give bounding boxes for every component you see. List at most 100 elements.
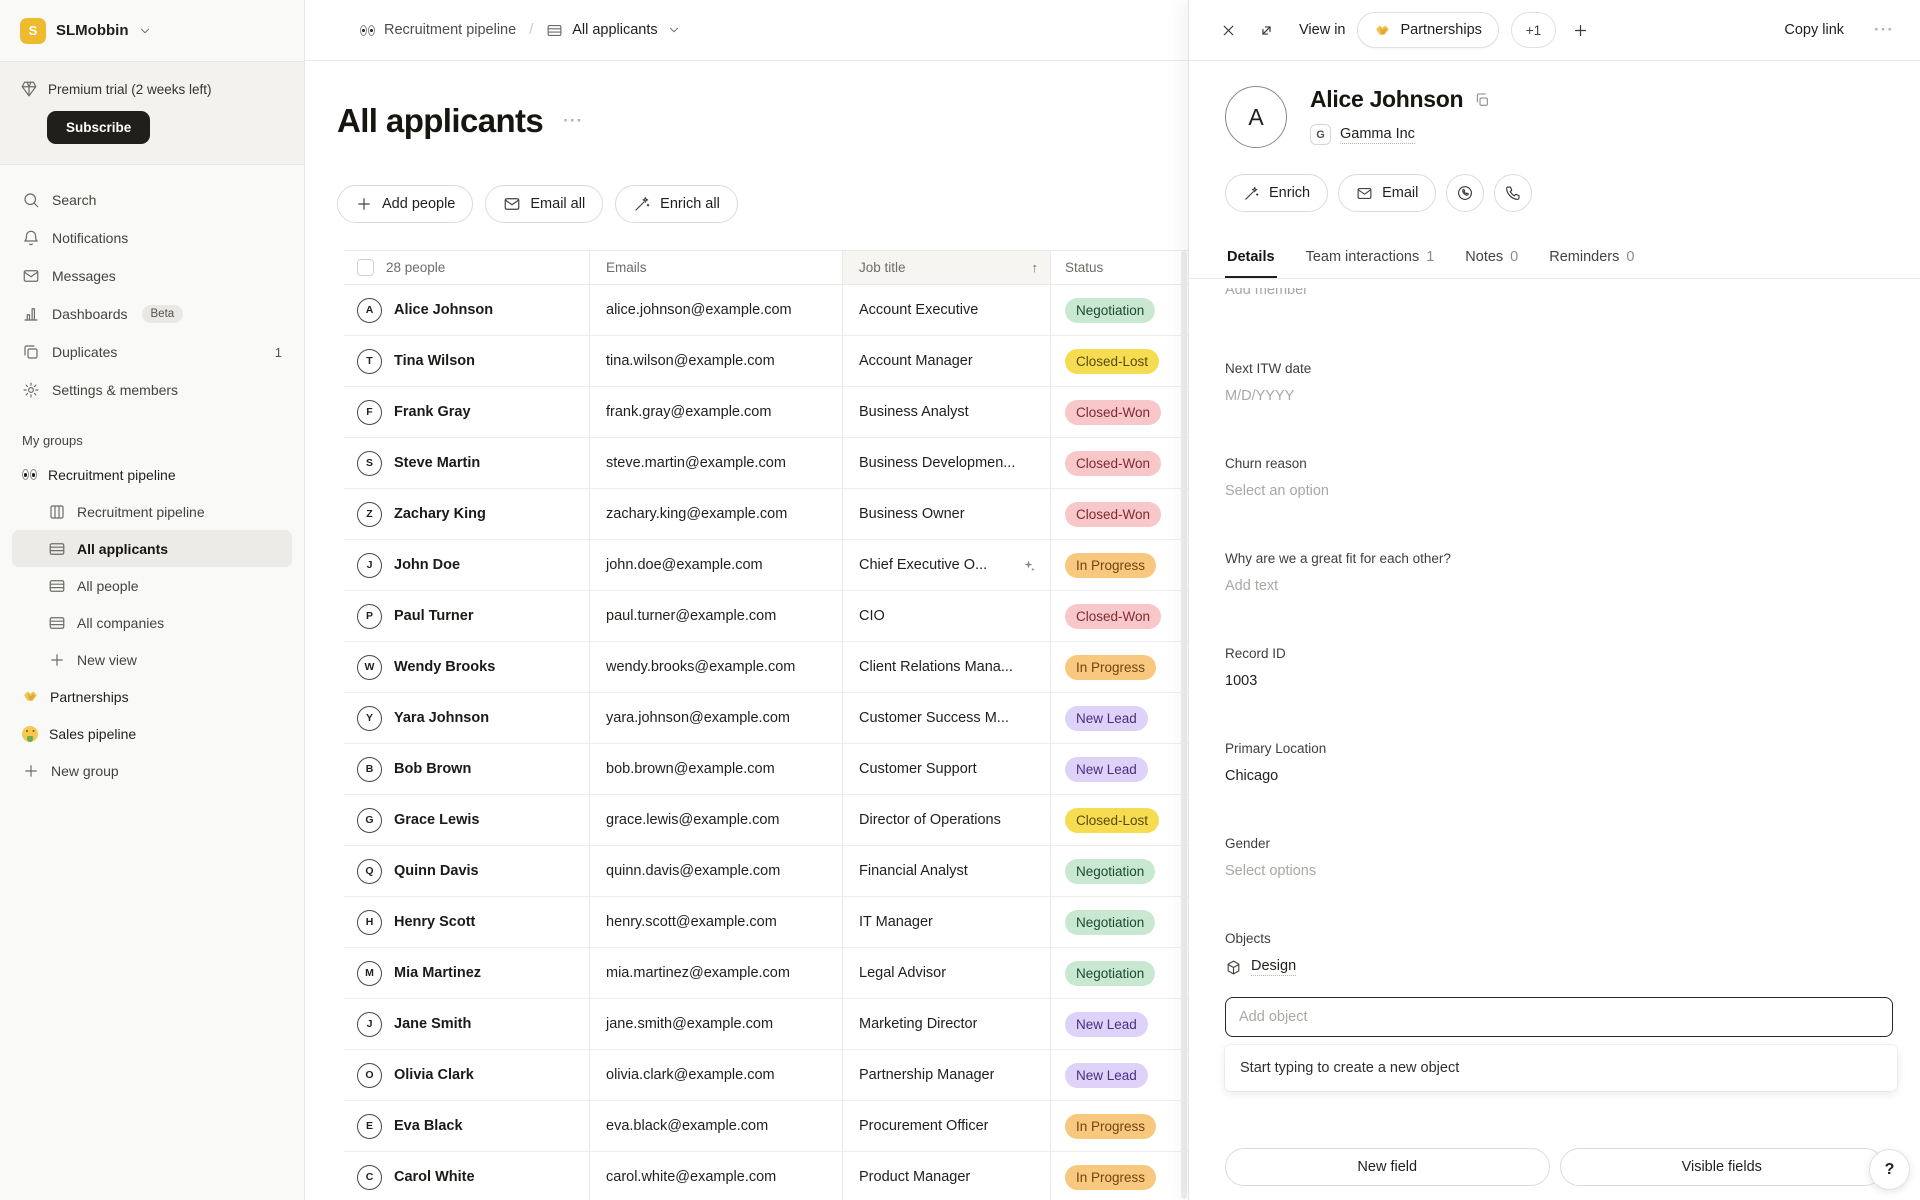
job-title[interactable]: Chief Executive O...: [859, 557, 987, 573]
status-badge[interactable]: New Lead: [1065, 1063, 1148, 1088]
job-title[interactable]: Marketing Director: [859, 1016, 977, 1032]
sidebar-group-sales-pipeline[interactable]: Sales pipeline: [12, 715, 292, 752]
status-badge[interactable]: Closed-Won: [1065, 400, 1161, 425]
job-title[interactable]: IT Manager: [859, 914, 933, 930]
help-button[interactable]: ?: [1869, 1149, 1910, 1190]
new-group-button[interactable]: New group: [12, 752, 292, 789]
person-name[interactable]: Paul Turner: [394, 608, 474, 624]
workspace-switcher[interactable]: S SLMobbin: [0, 0, 304, 61]
primary-location-value[interactable]: Chicago: [1225, 768, 1892, 784]
table-row[interactable]: ZZachary Kingzachary.king@example.comBus…: [344, 489, 1188, 540]
person-name[interactable]: Carol White: [394, 1169, 475, 1185]
status-badge[interactable]: In Progress: [1065, 1114, 1156, 1139]
status-badge[interactable]: In Progress: [1065, 1165, 1156, 1190]
tab-details[interactable]: Details: [1225, 239, 1277, 278]
person-name[interactable]: Eva Black: [394, 1118, 463, 1134]
whatsapp-button[interactable]: [1446, 174, 1484, 212]
table-row[interactable]: TTina Wilsontina.wilson@example.comAccou…: [344, 336, 1188, 387]
status-badge[interactable]: Closed-Won: [1065, 502, 1161, 527]
person-name[interactable]: Olivia Clark: [394, 1067, 474, 1083]
status-badge[interactable]: Closed-Lost: [1065, 808, 1159, 833]
great-fit-input[interactable]: Add text: [1225, 578, 1892, 594]
person-email[interactable]: olivia.clark@example.com: [589, 1050, 842, 1100]
table-row[interactable]: OOlivia Clarkolivia.clark@example.comPar…: [344, 1050, 1188, 1101]
people-count-header[interactable]: 28 people: [386, 260, 445, 275]
table-row[interactable]: WWendy Brookswendy.brooks@example.comCli…: [344, 642, 1188, 693]
person-email[interactable]: quinn.davis@example.com: [589, 846, 842, 896]
object-chip-design[interactable]: Design: [1225, 958, 1296, 976]
job-title[interactable]: Client Relations Mana...: [859, 659, 1013, 675]
title-menu-button[interactable]: ···: [563, 111, 583, 131]
sidebar-view-recruitment-pipeline[interactable]: Recruitment pipeline: [12, 493, 292, 530]
job-title[interactable]: Customer Support: [859, 761, 977, 777]
churn-reason-select[interactable]: Select an option: [1225, 483, 1892, 499]
phone-button[interactable]: [1494, 174, 1532, 212]
job-title[interactable]: Business Owner: [859, 506, 965, 522]
emails-header[interactable]: Emails: [589, 251, 842, 284]
job-title-header[interactable]: Job title ↑: [842, 251, 1050, 284]
select-all-checkbox[interactable]: [357, 259, 374, 276]
table-row[interactable]: PPaul Turnerpaul.turner@example.comCIOCl…: [344, 591, 1188, 642]
job-title[interactable]: Legal Advisor: [859, 965, 946, 981]
job-title[interactable]: Account Executive: [859, 302, 978, 318]
person-email[interactable]: mia.martinez@example.com: [589, 948, 842, 998]
subscribe-button[interactable]: Subscribe: [47, 111, 150, 144]
person-name[interactable]: Yara Johnson: [394, 710, 489, 726]
status-badge[interactable]: New Lead: [1065, 757, 1148, 782]
table-row[interactable]: FFrank Grayfrank.gray@example.comBusines…: [344, 387, 1188, 438]
tab-team-interactions[interactable]: Team interactions1: [1304, 239, 1437, 278]
person-email[interactable]: yara.johnson@example.com: [589, 693, 842, 743]
person-email[interactable]: jane.smith@example.com: [589, 999, 842, 1049]
table-row[interactable]: BBob Brownbob.brown@example.comCustomer …: [344, 744, 1188, 795]
job-title[interactable]: Business Developmen...: [859, 455, 1015, 471]
new-field-button[interactable]: New field: [1225, 1148, 1550, 1186]
status-badge[interactable]: Negotiation: [1065, 859, 1155, 884]
status-badge[interactable]: Negotiation: [1065, 298, 1155, 323]
panel-more-menu[interactable]: ···: [1874, 20, 1894, 40]
add-object-input[interactable]: [1225, 997, 1893, 1037]
sidebar-item-notifications[interactable]: Notifications: [12, 219, 292, 257]
close-icon[interactable]: [1215, 17, 1241, 43]
expand-icon[interactable]: [1253, 17, 1279, 43]
table-row[interactable]: HHenry Scotthenry.scott@example.comIT Ma…: [344, 897, 1188, 948]
status-badge[interactable]: In Progress: [1065, 655, 1156, 680]
add-people-button[interactable]: Add people: [337, 185, 473, 223]
gender-select[interactable]: Select options: [1225, 863, 1892, 879]
sidebar-group-recruitment-pipeline[interactable]: Recruitment pipeline: [12, 456, 292, 493]
email-button[interactable]: Email: [1338, 174, 1436, 212]
person-email[interactable]: henry.scott@example.com: [589, 897, 842, 947]
sidebar-item-dashboards[interactable]: DashboardsBeta: [12, 295, 292, 333]
job-title[interactable]: Procurement Officer: [859, 1118, 988, 1134]
person-email[interactable]: eva.black@example.com: [589, 1101, 842, 1151]
person-email[interactable]: john.doe@example.com: [589, 540, 842, 590]
job-title[interactable]: Director of Operations: [859, 812, 1001, 828]
table-row[interactable]: CCarol Whitecarol.white@example.comProdu…: [344, 1152, 1188, 1200]
table-row[interactable]: GGrace Lewisgrace.lewis@example.comDirec…: [344, 795, 1188, 846]
person-name[interactable]: Frank Gray: [394, 404, 471, 420]
table-row[interactable]: AAlice Johnsonalice.johnson@example.comA…: [344, 285, 1188, 336]
tab-notes[interactable]: Notes0: [1463, 239, 1520, 278]
person-name[interactable]: Steve Martin: [394, 455, 480, 471]
sidebar-view-all-people[interactable]: All people: [12, 567, 292, 604]
person-name[interactable]: Jane Smith: [394, 1016, 471, 1032]
table-row[interactable]: SSteve Martinsteve.martin@example.comBus…: [344, 438, 1188, 489]
table-row[interactable]: MMia Martinezmia.martinez@example.comLeg…: [344, 948, 1188, 999]
job-title[interactable]: Financial Analyst: [859, 863, 968, 879]
person-name[interactable]: Alice Johnson: [394, 302, 493, 318]
status-badge[interactable]: Negotiation: [1065, 961, 1155, 986]
copy-link-button[interactable]: Copy link: [1784, 22, 1844, 38]
breadcrumb-view[interactable]: All applicants: [572, 22, 657, 38]
sidebar-view-all-companies[interactable]: All companies: [12, 604, 292, 641]
status-badge[interactable]: Closed-Lost: [1065, 349, 1159, 374]
sidebar-item-messages[interactable]: Messages: [12, 257, 292, 295]
person-name[interactable]: Wendy Brooks: [394, 659, 495, 675]
person-email[interactable]: steve.martin@example.com: [589, 438, 842, 488]
breadcrumb-group[interactable]: Recruitment pipeline: [384, 22, 516, 38]
person-email[interactable]: bob.brown@example.com: [589, 744, 842, 794]
status-badge[interactable]: Closed-Won: [1065, 604, 1161, 629]
partnerships-pill[interactable]: Partnerships: [1357, 12, 1498, 48]
person-name[interactable]: Quinn Davis: [394, 863, 479, 879]
email-all-button[interactable]: Email all: [485, 185, 603, 223]
person-name[interactable]: Bob Brown: [394, 761, 471, 777]
table-row[interactable]: JJohn Doejohn.doe@example.comChief Execu…: [344, 540, 1188, 591]
